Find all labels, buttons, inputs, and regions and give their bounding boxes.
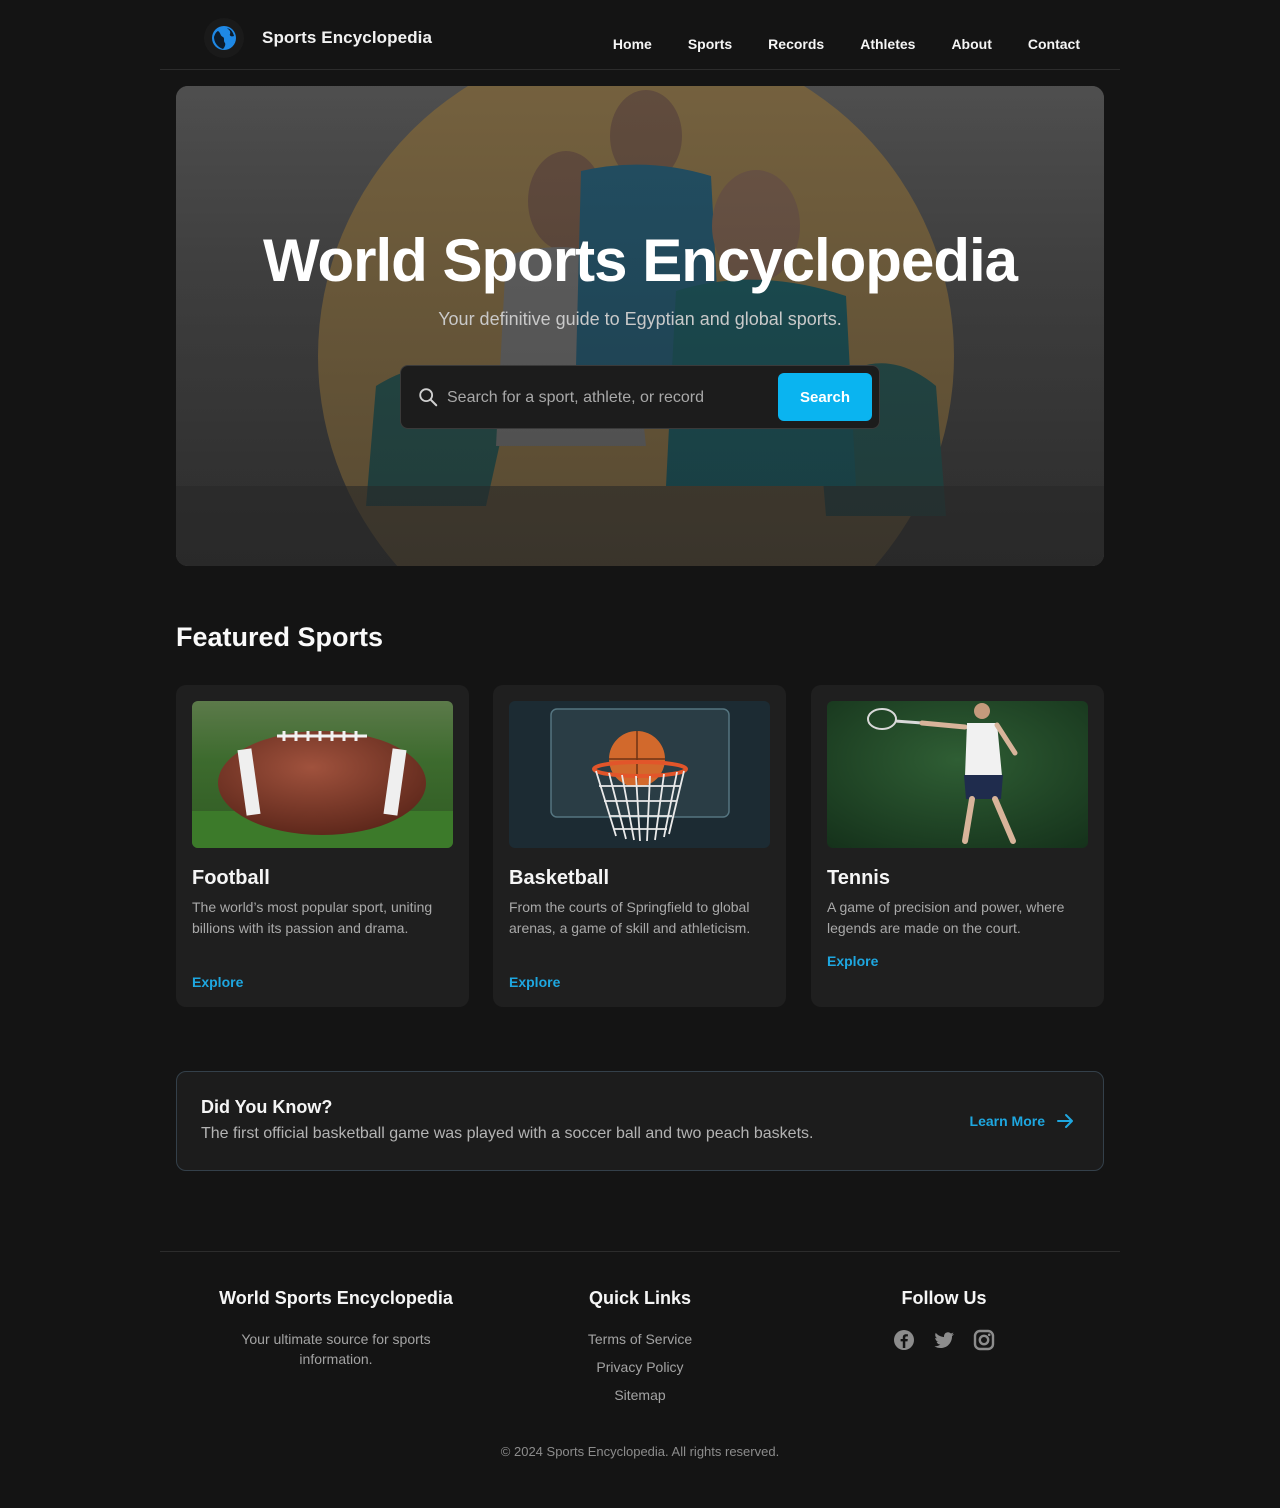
- search-bar: Search: [400, 365, 880, 429]
- hero-banner: World Sports Encyclopedia Your definitiv…: [176, 86, 1104, 566]
- sport-card-football[interactable]: Football The world’s most popular sport,…: [176, 685, 469, 1007]
- featured-sports-title: Featured Sports: [176, 622, 384, 652]
- nav-records[interactable]: Records: [768, 34, 824, 54]
- terms-link[interactable]: Terms of Service: [480, 1329, 800, 1349]
- hero-title: World Sports Encyclopedia: [262, 227, 1018, 294]
- nav-sports[interactable]: Sports: [688, 34, 732, 54]
- facebook-icon[interactable]: [893, 1329, 915, 1351]
- footer-about-title: World Sports Encyclopedia: [219, 1288, 453, 1308]
- explore-basketball-link[interactable]: Explore: [509, 974, 560, 990]
- featured-sports-cards: Football The world’s most popular sport,…: [176, 685, 1104, 1007]
- card-title: Football: [192, 867, 270, 889]
- card-title: Basketball: [509, 867, 610, 889]
- explore-tennis-link[interactable]: Explore: [827, 953, 878, 969]
- learn-more-link[interactable]: Learn More: [970, 1111, 1075, 1131]
- sport-card-tennis[interactable]: Tennis A game of precision and power, wh…: [811, 685, 1104, 1007]
- footer-follow-title: Follow Us: [901, 1288, 987, 1308]
- twitter-icon[interactable]: [933, 1329, 955, 1351]
- did-you-know-text: The first official basketball game was p…: [201, 1125, 814, 1142]
- card-description: From the courts of Springfield to global…: [509, 899, 751, 936]
- globe-icon: [204, 18, 244, 58]
- card-title: Tennis: [827, 867, 890, 889]
- brand-name: Sports Encyclopedia: [262, 28, 433, 47]
- search-button[interactable]: Search: [778, 373, 872, 421]
- nav-contact[interactable]: Contact: [1028, 34, 1080, 54]
- site-header: Sports Encyclopedia Home Sports Records …: [160, 0, 1120, 70]
- card-description: The world’s most popular sport, uniting …: [192, 899, 433, 936]
- sitemap-link[interactable]: Sitemap: [480, 1385, 800, 1405]
- arrow-right-icon: [1057, 1114, 1073, 1128]
- footer-about-text: Your ultimate source for sports informat…: [241, 1331, 431, 1367]
- search-icon: [419, 388, 438, 407]
- hero-subtitle: Your definitive guide to Egyptian and gl…: [438, 309, 842, 329]
- football-image: [192, 701, 453, 848]
- footer-quick-links: Quick Links Terms of Service Privacy Pol…: [480, 1288, 800, 1413]
- card-description: A game of precision and power, where leg…: [827, 899, 1065, 936]
- copyright: © 2024 Sports Encyclopedia. All rights r…: [500, 1444, 780, 1459]
- learn-more-label: Learn More: [969, 1113, 1045, 1129]
- did-you-know-box: Did You Know? The first official basketb…: [176, 1071, 1104, 1171]
- nav-home[interactable]: Home: [613, 34, 652, 54]
- main-nav: Home Sports Records Athletes About Conta…: [577, 34, 1080, 54]
- nav-about[interactable]: About: [951, 34, 991, 54]
- did-you-know-title: Did You Know?: [201, 1097, 333, 1117]
- brand[interactable]: Sports Encyclopedia: [204, 18, 432, 58]
- footer-about: World Sports Encyclopedia Your ultimate …: [176, 1288, 496, 1369]
- site-footer: World Sports Encyclopedia Your ultimate …: [160, 1251, 1120, 1508]
- sport-card-basketball[interactable]: Basketball From the courts of Springfiel…: [493, 685, 786, 1007]
- footer-quick-links-title: Quick Links: [588, 1288, 692, 1308]
- nav-athletes[interactable]: Athletes: [860, 34, 915, 54]
- social-links: [784, 1329, 1104, 1351]
- footer-follow: Follow Us: [784, 1288, 1104, 1351]
- instagram-icon[interactable]: [973, 1329, 995, 1351]
- explore-football-link[interactable]: Explore: [192, 974, 243, 990]
- search-input[interactable]: [447, 378, 767, 418]
- tennis-image: [827, 701, 1088, 848]
- privacy-link[interactable]: Privacy Policy: [480, 1357, 800, 1377]
- basketball-image: [509, 701, 770, 848]
